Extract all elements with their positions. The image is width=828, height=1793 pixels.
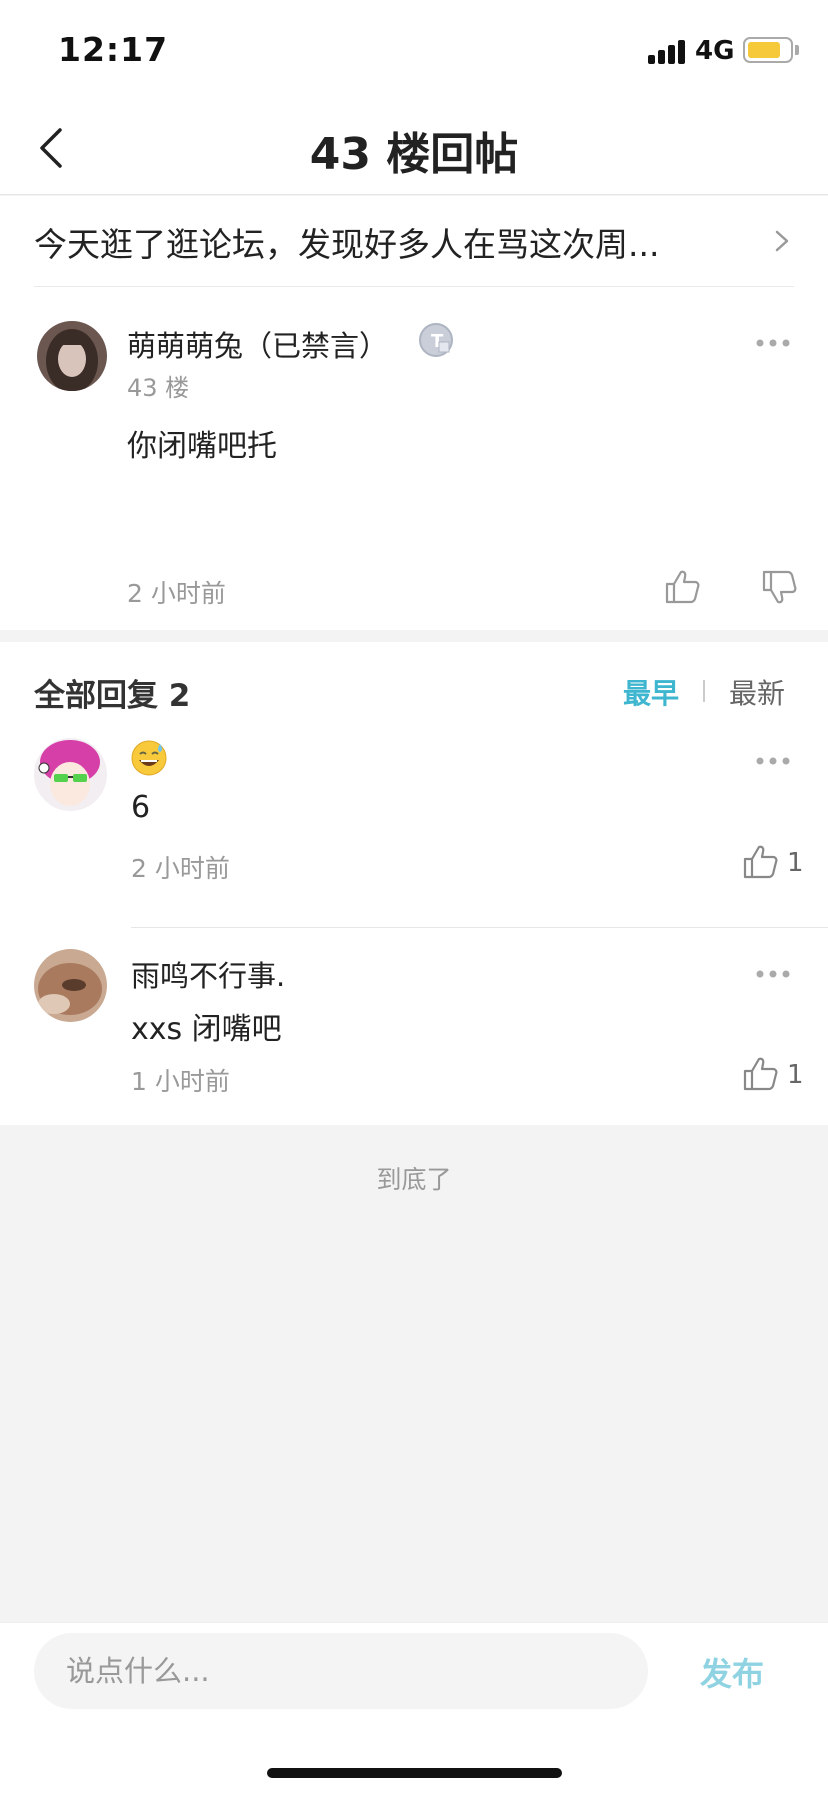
end-of-list-text: 到底了 <box>376 1165 452 1194</box>
avatar-photo <box>37 321 107 391</box>
sort-earliest-tab[interactable]: 最早 <box>623 672 679 712</box>
network-type: 4G <box>695 36 735 66</box>
divider <box>131 927 828 928</box>
home-indicator <box>267 1768 562 1778</box>
comment-input[interactable] <box>34 1633 648 1709</box>
more-icon[interactable] <box>755 969 791 979</box>
thread-link[interactable]: 今天逛了逛论坛，发现好多人在骂这次周... <box>0 196 828 288</box>
avatar-photo <box>34 949 107 1022</box>
thumbs-up-icon[interactable] <box>741 843 779 881</box>
thumbs-up-icon[interactable] <box>741 1055 779 1093</box>
reply-content: xxs 闭嘴吧 <box>131 1012 282 1047</box>
divider <box>34 286 794 287</box>
reply-item: 雨鸣不行事. xxs 闭嘴吧 1 小时前 1 <box>0 949 828 1119</box>
reply-item: 6 2 小时前 1 <box>0 738 828 918</box>
replies-section: 全部回复 2 最早 最新 6 2 小时前 1 雨鸣不行事. xxs 闭嘴吧 1 … <box>0 642 828 1125</box>
post-time: 2 小时前 <box>127 579 226 608</box>
post-author[interactable]: 萌萌萌兔（已禁言） <box>127 323 388 365</box>
divider <box>703 680 705 702</box>
reply-author[interactable]: 雨鸣不行事. <box>131 953 285 995</box>
reply-time: 1 小时前 <box>131 1067 230 1096</box>
battery-cap <box>795 45 799 55</box>
battery-icon <box>743 37 793 63</box>
post-floor: 43 楼 <box>127 374 190 402</box>
signal-icon <box>648 38 688 64</box>
like-count: 1 <box>787 848 804 878</box>
avatar[interactable] <box>34 949 107 1022</box>
avatar[interactable] <box>34 738 107 811</box>
more-icon[interactable] <box>755 338 791 348</box>
emoji-face <box>131 740 167 776</box>
reply-content: 6 <box>131 790 151 825</box>
composer-bar: 发布 <box>0 1622 828 1793</box>
replies-header: 全部回复 2 <box>34 678 191 714</box>
nav-bar: 43 楼回帖 <box>0 100 828 195</box>
status-bar: 12:17 4G <box>0 0 828 100</box>
avatar-photo <box>34 738 107 811</box>
sort-newest-tab[interactable]: 最新 <box>729 672 785 712</box>
battery-fill <box>748 42 780 58</box>
reply-time: 2 小时前 <box>131 854 230 883</box>
sweat-smile-emoji <box>131 740 167 776</box>
avatar[interactable] <box>37 321 107 391</box>
more-icon[interactable] <box>755 756 791 766</box>
page-title: 43 楼回帖 <box>309 129 519 180</box>
thread-title: 今天逛了逛论坛，发现好多人在骂这次周... <box>34 225 660 264</box>
status-time: 12:17 <box>58 30 169 69</box>
chevron-right-icon <box>775 230 789 252</box>
thumbs-up-icon[interactable] <box>663 568 701 606</box>
thumbs-down-icon[interactable] <box>760 568 798 606</box>
publish-button[interactable]: 发布 <box>700 1649 764 1695</box>
like-count: 1 <box>787 1060 804 1090</box>
level-badge-icon: T <box>419 323 453 357</box>
main-post: 萌萌萌兔（已禁言） T 43 楼 你闭嘴吧托 2 小时前 <box>0 288 828 630</box>
post-content: 你闭嘴吧托 <box>127 429 277 464</box>
